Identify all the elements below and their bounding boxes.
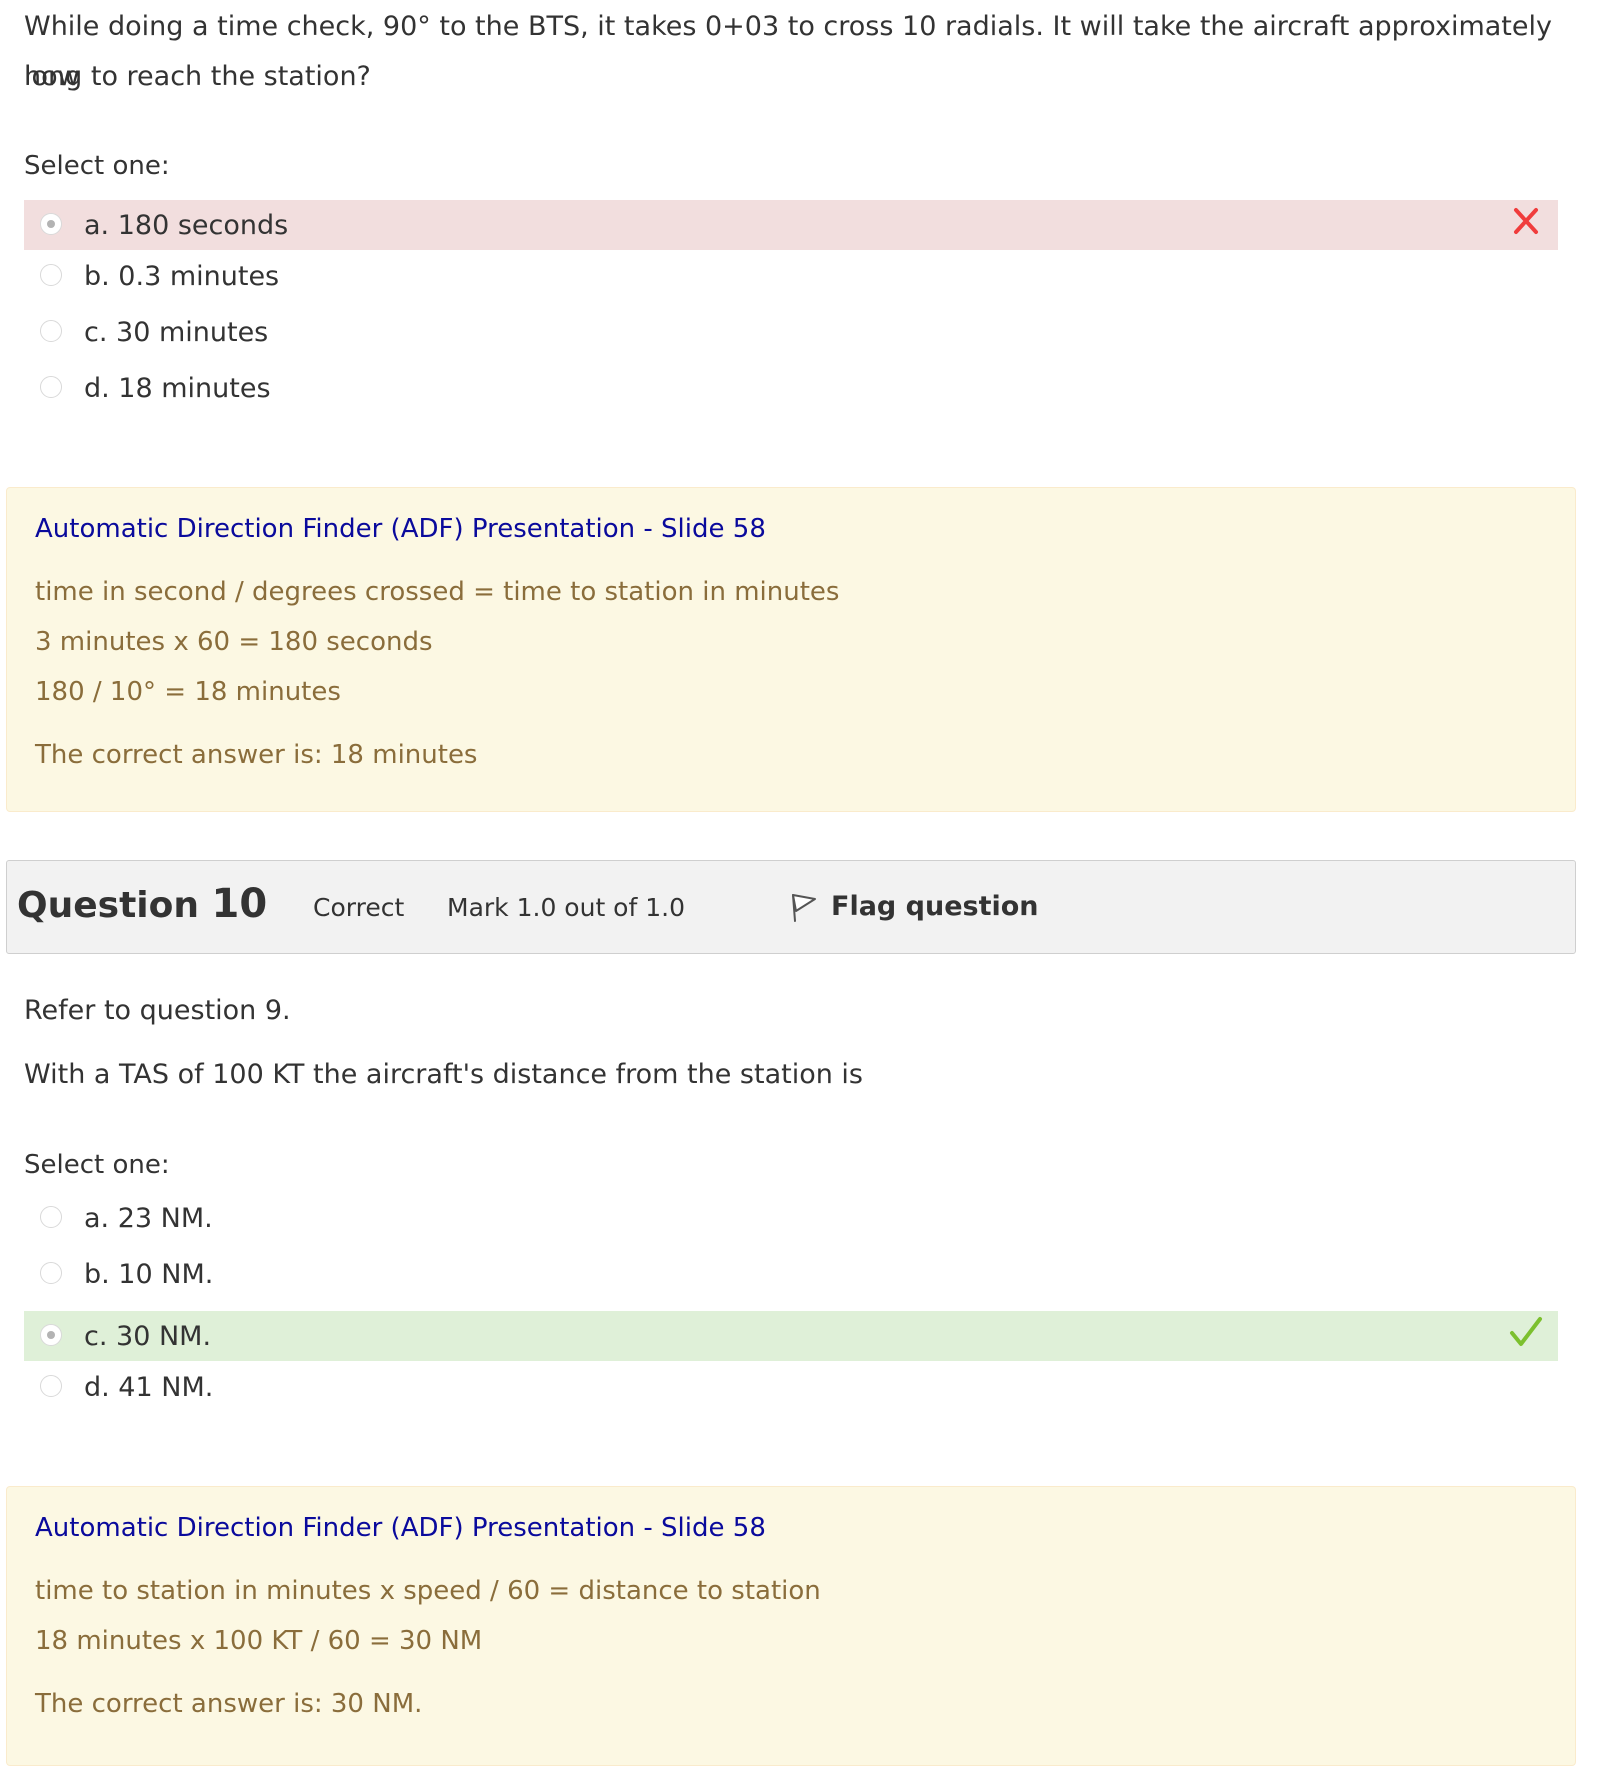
- right-answer: The correct answer is: 18 minutes: [35, 740, 478, 770]
- question-title-prefix: Question: [17, 885, 199, 926]
- answer-label: d. 41 NM.: [84, 1371, 214, 1403]
- question-number: 10: [211, 881, 268, 927]
- answer-label: b. 10 NM.: [84, 1258, 214, 1290]
- check-icon: [1510, 1317, 1542, 1346]
- right-answer: The correct answer is: 30 NM.: [35, 1689, 423, 1719]
- feedback-line: time to station in minutes x speed / 60 …: [35, 1576, 821, 1606]
- flag-icon: [792, 894, 816, 922]
- cross-icon: [1514, 208, 1538, 234]
- flag-question-button[interactable]: Flag question: [787, 889, 1039, 923]
- answer-option-d[interactable]: d. 18 minutes: [24, 363, 1558, 413]
- answer-option-b[interactable]: b. 0.3 minutes: [24, 251, 1558, 301]
- question-state: Correct: [313, 893, 405, 922]
- question-grade: Mark 1.0 out of 1.0: [447, 893, 685, 922]
- answer-label: c. 30 NM.: [84, 1320, 212, 1352]
- select-one-prompt: Select one:: [24, 1150, 170, 1180]
- question-info-bar: Question 10 Correct Mark 1.0 out of 1.0 …: [6, 860, 1576, 954]
- feedback-line: time in second / degrees crossed = time …: [35, 577, 840, 607]
- answer-option-c[interactable]: c. 30 NM.: [24, 1311, 1558, 1361]
- answer-label: a. 23 NM.: [84, 1202, 213, 1234]
- radio-button[interactable]: [40, 320, 62, 342]
- flag-question-label: Flag question: [831, 890, 1039, 922]
- radio-button[interactable]: [40, 213, 62, 235]
- answer-label: b. 0.3 minutes: [84, 260, 280, 292]
- question-text: long to reach the station?: [24, 61, 371, 92]
- question-text: With a TAS of 100 KT the aircraft's dist…: [24, 1059, 864, 1090]
- radio-button[interactable]: [40, 264, 62, 286]
- feedback-box: Automatic Direction Finder (ADF) Present…: [6, 1486, 1576, 1766]
- radio-button[interactable]: [40, 1375, 62, 1397]
- answer-option-a[interactable]: a. 23 NM.: [24, 1193, 1558, 1243]
- feedback-line: 180 / 10° = 18 minutes: [35, 677, 341, 707]
- feedback-line: 3 minutes x 60 = 180 seconds: [35, 627, 433, 657]
- radio-button[interactable]: [40, 1324, 62, 1346]
- question-text: Refer to question 9.: [24, 995, 291, 1026]
- feedback-box: Automatic Direction Finder (ADF) Present…: [6, 487, 1576, 812]
- answer-option-b[interactable]: b. 10 NM.: [24, 1249, 1558, 1299]
- feedback-link[interactable]: Automatic Direction Finder (ADF) Present…: [35, 514, 766, 544]
- select-one-prompt: Select one:: [24, 151, 170, 181]
- answer-option-c[interactable]: c. 30 minutes: [24, 307, 1558, 357]
- radio-button[interactable]: [40, 376, 62, 398]
- radio-button[interactable]: [40, 1262, 62, 1284]
- answer-label: a. 180 seconds: [84, 209, 289, 241]
- feedback-line: 18 minutes x 100 KT / 60 = 30 NM: [35, 1626, 483, 1656]
- question-title: Question 10: [17, 881, 267, 927]
- answer-option-a[interactable]: a. 180 seconds: [24, 200, 1558, 250]
- answer-label: c. 30 minutes: [84, 316, 269, 348]
- answer-option-d[interactable]: d. 41 NM.: [24, 1362, 1558, 1412]
- feedback-link[interactable]: Automatic Direction Finder (ADF) Present…: [35, 1513, 766, 1543]
- radio-button[interactable]: [40, 1206, 62, 1228]
- answer-label: d. 18 minutes: [84, 372, 271, 404]
